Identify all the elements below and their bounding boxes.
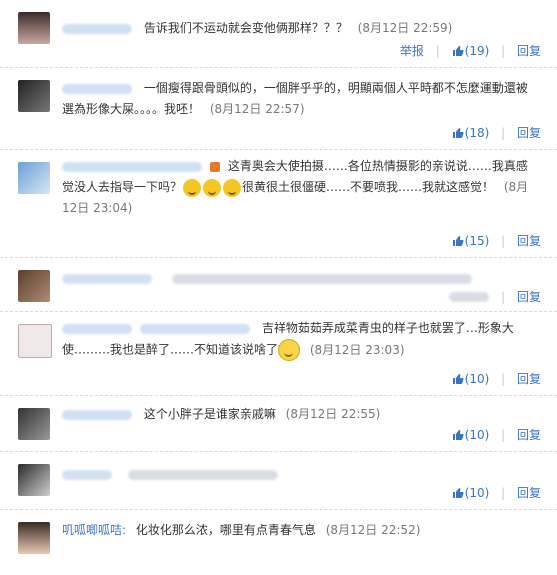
like-button[interactable]: (10): [452, 371, 490, 386]
comment-actions: (10) | 回复: [452, 370, 541, 387]
comment-actions: | 回复: [449, 288, 541, 305]
comment-content: [62, 464, 539, 485]
avatar[interactable]: [18, 408, 50, 440]
like-button[interactable]: (18): [452, 125, 490, 140]
comment-content: 这青奥会大使拍摄……各位热情摄影的亲说说……我真感觉没人去指导一下吗？ 很黄很土很…: [62, 156, 539, 219]
reply-link[interactable]: 回复: [517, 426, 541, 443]
comment-text: 很黄很土很僵硬……不要喷我……我就这感觉！: [242, 180, 495, 194]
like-button[interactable]: (10): [452, 427, 490, 442]
comment-actions: (18) | 回复: [452, 124, 541, 141]
like-count: (10): [464, 427, 490, 442]
reply-link[interactable]: 回复: [517, 370, 541, 387]
username[interactable]: [62, 83, 132, 94]
username[interactable]: [62, 23, 132, 34]
separator: |: [501, 233, 506, 248]
reply-link[interactable]: 回复: [517, 232, 541, 249]
blurred-likes: [449, 291, 490, 302]
avatar[interactable]: [18, 522, 50, 554]
thumbs-up-icon: [452, 487, 464, 498]
like-count: (10): [464, 371, 490, 386]
blurred-username: [62, 273, 152, 284]
comment-content: 叽呱唧呱咭: 化妆化那么浓，哪里有点青春气息 (8月12日 22:52): [62, 520, 539, 541]
username[interactable]: [62, 323, 132, 334]
comment-text: 告诉我们不运动就会变他俩那样？？？: [143, 21, 348, 35]
like-button[interactable]: (10): [452, 485, 490, 500]
reply-link[interactable]: 回复: [517, 124, 541, 141]
separator: |: [501, 485, 506, 500]
thumbs-up-icon: [452, 429, 464, 440]
separator: |: [501, 289, 506, 304]
comment-item: 一個瘦得跟骨頭似的，一個胖乎乎的，明顯兩個人平時都不怎麼運動還被選為形像大屎。。…: [0, 68, 557, 150]
like-count: (19): [464, 43, 490, 58]
report-link[interactable]: 举报: [400, 42, 424, 59]
thumbs-up-icon: [452, 45, 464, 56]
avatar[interactable]: [18, 270, 50, 302]
avatar[interactable]: [18, 162, 50, 194]
blurred-text: [171, 273, 472, 284]
username-extra: [140, 323, 250, 334]
reply-link[interactable]: 回复: [517, 42, 541, 59]
like-count: (18): [464, 125, 490, 140]
comment-content: 告诉我们不运动就会变他俩那样？？？ (8月12日 22:59): [62, 18, 539, 39]
comment-item: (10) | 回复: [0, 452, 557, 510]
emoji-icon: [203, 178, 222, 197]
username[interactable]: 叽呱唧呱咭:: [62, 523, 126, 537]
comment-content: 这个小胖子是谁家亲戚嘛 (8月12日 22:55): [62, 404, 539, 425]
separator: |: [501, 125, 506, 140]
username[interactable]: [62, 161, 202, 172]
comment-time: (8月12日 22:52): [325, 523, 421, 537]
thumbs-up-icon: [452, 127, 464, 138]
username[interactable]: [62, 409, 132, 420]
thumbs-up-icon: [452, 235, 464, 246]
comment-actions: (10) | 回复: [452, 484, 541, 501]
comment-list: 告诉我们不运动就会变他俩那样？？？ (8月12日 22:59) 举报 | (19…: [0, 0, 557, 575]
emoji-icon: [183, 178, 202, 197]
smile-emoji-icon: [278, 339, 301, 361]
comment-time: (8月12日 22:55): [285, 407, 381, 421]
comment-actions: 举报 | (19) | 回复: [400, 42, 541, 59]
comment-time: (8月12日 22:57): [209, 102, 305, 116]
comment-item: 吉祥物茹茹弄成菜青虫的样子也就罢了…形象大使………我也是醉了……不知道该说啥了 …: [0, 312, 557, 396]
separator: |: [501, 427, 506, 442]
comment-actions: (15) | 回复: [452, 232, 541, 249]
reply-link[interactable]: 回复: [517, 484, 541, 501]
blurred-text: [127, 469, 278, 480]
blurred-username: [62, 469, 112, 480]
comment-item: 叽呱唧呱咭: 化妆化那么浓，哪里有点青春气息 (8月12日 22:52): [0, 510, 557, 575]
avatar[interactable]: [18, 80, 50, 112]
like-button[interactable]: (15): [452, 233, 490, 248]
like-count: (15): [464, 233, 490, 248]
reply-link[interactable]: 回复: [517, 288, 541, 305]
avatar[interactable]: [18, 12, 50, 44]
comment-item: | 回复: [0, 258, 557, 312]
separator: |: [435, 43, 440, 58]
comment-time: (8月12日 23:03): [309, 342, 405, 357]
like-button[interactable]: (19): [452, 43, 490, 58]
comment-actions: (10) | 回复: [452, 426, 541, 443]
avatar[interactable]: [18, 324, 52, 358]
thumbs-up-icon: [452, 373, 464, 384]
comment-content: 一個瘦得跟骨頭似的，一個胖乎乎的，明顯兩個人平時都不怎麼運動還被選為形像大屎。。…: [62, 78, 539, 120]
comment-text: 化妆化那么浓，哪里有点青春气息: [135, 523, 316, 537]
comment-content: [62, 268, 539, 289]
comment-time: (8月12日 22:59): [357, 21, 453, 35]
comment-item: 这个小胖子是谁家亲戚嘛 (8月12日 22:55) (10) | 回复: [0, 396, 557, 452]
vip-badge-icon: [210, 161, 220, 172]
comment-content: 吉祥物茹茹弄成菜青虫的样子也就罢了…形象大使………我也是醉了……不知道该说啥了 …: [62, 318, 539, 361]
emoji-icon: [223, 178, 242, 197]
separator: |: [501, 371, 506, 386]
comment-item: 告诉我们不运动就会变他俩那样？？？ (8月12日 22:59) 举报 | (19…: [0, 0, 557, 68]
separator: |: [501, 43, 506, 58]
like-count: (10): [464, 485, 490, 500]
comment-text: 这个小胖子是谁家亲戚嘛: [143, 407, 276, 421]
comment-item: 这青奥会大使拍摄……各位热情摄影的亲说说……我真感觉没人去指导一下吗？ 很黄很土很…: [0, 150, 557, 258]
avatar[interactable]: [18, 464, 50, 496]
